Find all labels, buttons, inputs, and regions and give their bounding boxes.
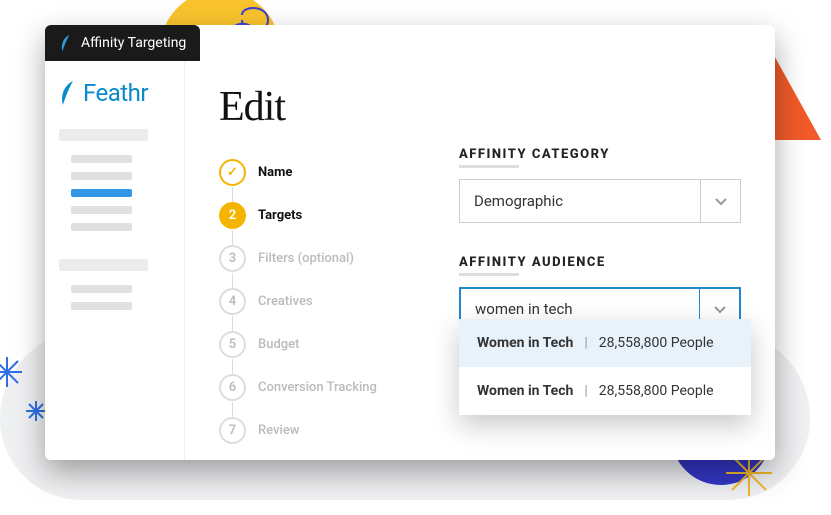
sidebar-item-placeholder[interactable] [71, 285, 132, 293]
app-window: Affinity Targeting Feathr [45, 25, 775, 460]
dropdown-option[interactable]: Women in Tech | 28,558,800 People [459, 367, 751, 415]
step-label: Creatives [258, 294, 313, 309]
option-name: Women in Tech [477, 383, 573, 399]
step-label: Budget [258, 337, 299, 352]
brand-name: Feathr [83, 79, 148, 107]
wizard-step[interactable]: 6 Conversion Tracking [219, 374, 419, 401]
affinity-category-field: AFFINITY CATEGORY Demographic [459, 143, 741, 223]
window-titlebar: Affinity Targeting [45, 25, 200, 61]
sidebar-item-placeholder[interactable] [71, 172, 132, 180]
option-count: 28,558,800 People [599, 335, 714, 351]
step-label: Targets [258, 208, 302, 223]
wizard-step[interactable]: ✓ Name [219, 159, 419, 186]
select-value: Demographic [474, 192, 563, 210]
wizard-step[interactable]: 3 Filters (optional) [219, 245, 419, 272]
step-number: 5 [219, 331, 246, 358]
step-number: 3 [219, 245, 246, 272]
sidebar-item-placeholder[interactable] [71, 302, 132, 310]
wizard-step[interactable]: 7 Review [219, 417, 419, 444]
step-number: 6 [219, 374, 246, 401]
divider: | [584, 383, 587, 399]
sidebar: Feathr [45, 61, 185, 460]
sidebar-item-placeholder[interactable] [71, 155, 132, 163]
main-content: Edit ✓ Name 2 Targets 3 Filters (optional) 4 Cr… [185, 61, 775, 460]
wizard-step[interactable]: 4 Creatives [219, 288, 419, 315]
step-label: Name [258, 165, 292, 180]
divider: | [584, 335, 587, 351]
chevron-down-icon [700, 180, 740, 222]
step-number: 7 [219, 417, 246, 444]
decoration-sparkle-icon [0, 355, 24, 389]
step-label: Review [258, 423, 299, 438]
wizard-step[interactable]: 2 Targets [219, 202, 419, 229]
step-label: Conversion Tracking [258, 380, 377, 395]
sidebar-item-active[interactable] [71, 189, 132, 197]
page-title: Edit [219, 83, 419, 131]
sidebar-item-placeholder[interactable] [71, 206, 132, 214]
step-label: Filters (optional) [258, 251, 354, 266]
sidebar-item-placeholder[interactable] [59, 129, 148, 141]
wizard-steps: ✓ Name 2 Targets 3 Filters (optional) 4 Creativ… [219, 159, 419, 444]
wizard-step[interactable]: 5 Budget [219, 331, 419, 358]
feathr-icon [59, 80, 77, 106]
decoration-sparkle-icon [25, 400, 47, 422]
option-count: 28,558,800 People [599, 383, 714, 399]
feathr-icon [59, 34, 73, 52]
field-label: AFFINITY AUDIENCE [459, 255, 606, 277]
sidebar-section [59, 129, 170, 231]
audience-dropdown: Women in Tech|28,558,800 PeopleWomen in … [459, 319, 751, 415]
field-label: AFFINITY CATEGORY [459, 147, 610, 169]
sidebar-item-placeholder[interactable] [59, 259, 148, 271]
dropdown-option[interactable]: Women in Tech | 28,558,800 People [459, 319, 751, 367]
sidebar-item-placeholder[interactable] [71, 223, 132, 231]
option-name: Women in Tech [477, 335, 573, 351]
window-title: Affinity Targeting [81, 35, 186, 51]
step-number: 4 [219, 288, 246, 315]
sidebar-section [59, 259, 170, 310]
category-select[interactable]: Demographic [459, 179, 741, 223]
check-icon: ✓ [219, 159, 246, 186]
select-value: women in tech [475, 300, 573, 318]
step-number: 2 [219, 202, 246, 229]
brand-logo[interactable]: Feathr [59, 79, 170, 107]
